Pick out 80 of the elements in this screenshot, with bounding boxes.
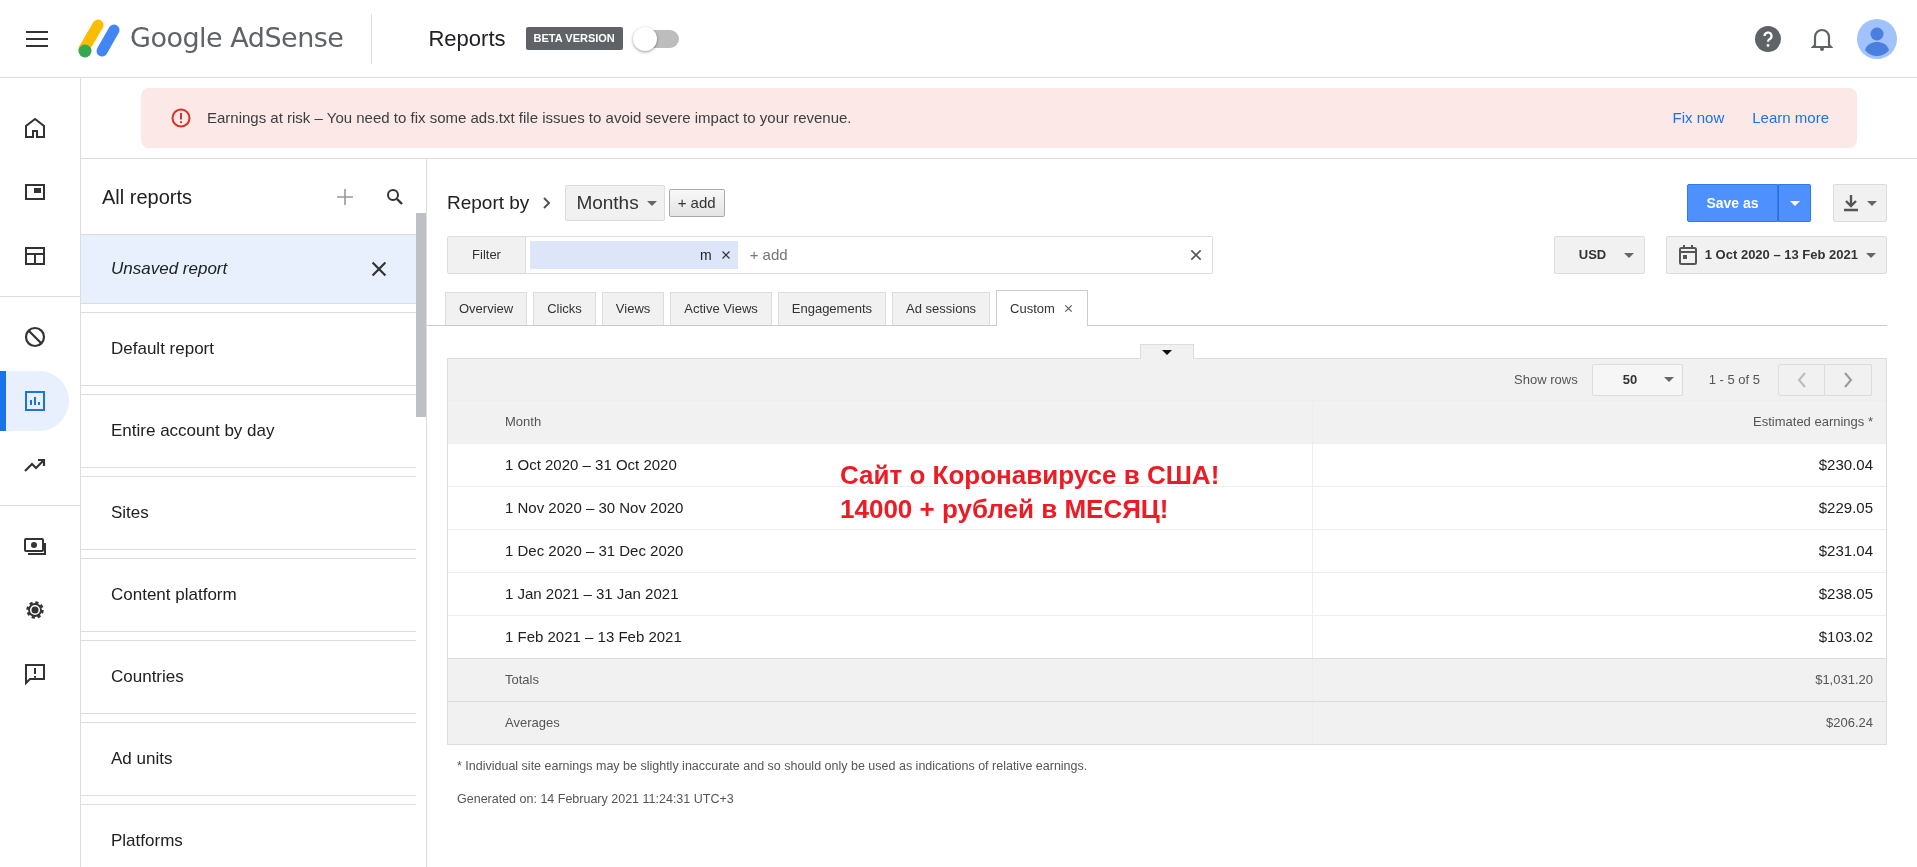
report-item[interactable]: Entire account by day bbox=[81, 394, 416, 468]
generated-timestamp: Generated on: 14 February 2021 11:24:31 UTC+3 bbox=[457, 790, 735, 808]
column-header[interactable]: Estimated earnings * bbox=[1313, 412, 1886, 432]
chevron-left-icon bbox=[1796, 372, 1807, 389]
footnote: * Individual site earnings may be slightly inaccurate and so should only be used as indications of relative earnings. bbox=[457, 758, 1089, 775]
summary-label: Averages bbox=[448, 702, 1313, 744]
bar-chart-icon bbox=[22, 389, 47, 413]
alert-link[interactable]: Learn more bbox=[1752, 106, 1829, 130]
add-dimension-button[interactable]: + add bbox=[668, 189, 725, 217]
currency-dropdown[interactable]: USD bbox=[1553, 236, 1645, 274]
table-cell: 1 Jan 2021 – 31 Jan 2021 bbox=[448, 573, 1313, 615]
column-header[interactable]: Month bbox=[448, 401, 1313, 443]
close-icon[interactable] bbox=[1062, 303, 1074, 314]
feedback-icon bbox=[22, 662, 47, 686]
caret-icon bbox=[1663, 377, 1674, 382]
caret-icon bbox=[646, 200, 657, 206]
report-item[interactable]: Ad units bbox=[81, 722, 416, 796]
report-tab[interactable]: Overview bbox=[445, 292, 528, 325]
calendar-icon bbox=[1678, 245, 1697, 265]
table-cell-text: $238.05 bbox=[1817, 583, 1874, 604]
avatar-icon[interactable] bbox=[1857, 18, 1897, 59]
logo-icon bbox=[78, 18, 122, 59]
filter-chip[interactable]: m bbox=[530, 241, 738, 269]
report-item[interactable]: Sites bbox=[81, 476, 416, 550]
report-item[interactable]: Unsaved report bbox=[81, 234, 416, 304]
caret-icon bbox=[1867, 200, 1877, 206]
download-icon bbox=[1843, 194, 1859, 212]
filter-field[interactable]: Filter m + add bbox=[447, 236, 1213, 274]
caret-icon bbox=[1162, 349, 1172, 355]
date-range-picker[interactable]: 1 Oct 2020 – 13 Feb 2021 bbox=[1665, 236, 1887, 274]
annotation-text: Сайт о Коронавирусе в США! bbox=[840, 459, 1220, 492]
help-icon[interactable] bbox=[1755, 25, 1781, 52]
report-tab[interactable]: Custom bbox=[996, 290, 1088, 326]
close-icon[interactable] bbox=[719, 249, 732, 261]
report-tab[interactable]: Active Views bbox=[670, 292, 772, 325]
search-icon[interactable] bbox=[386, 187, 404, 206]
report-tab[interactable]: Views bbox=[601, 292, 665, 325]
beta-label: BETA VERSION bbox=[525, 27, 623, 50]
summary-value: $206.24 bbox=[1825, 714, 1874, 733]
menu-icon[interactable] bbox=[26, 30, 48, 47]
report-item[interactable]: Platforms bbox=[81, 804, 416, 867]
product-name: Google AdSense bbox=[130, 21, 344, 56]
beta-toggle[interactable] bbox=[634, 29, 679, 48]
table-cell-text: $229.05 bbox=[1817, 497, 1874, 518]
caret-icon bbox=[1866, 252, 1876, 258]
error-icon bbox=[171, 108, 191, 128]
report-item[interactable]: Countries bbox=[81, 640, 416, 714]
block-icon bbox=[22, 325, 47, 349]
dimension-dropdown[interactable]: Months bbox=[565, 185, 665, 221]
report-item[interactable]: Default report bbox=[81, 312, 416, 386]
collapse-toggle[interactable] bbox=[1140, 344, 1194, 359]
alert-message: Earnings at risk – You need to fix some ads.txt file issues to avoid severe impact to your revenue. bbox=[207, 107, 853, 128]
page-range: 1 - 5 of 5 bbox=[1708, 370, 1760, 389]
download-button[interactable] bbox=[1833, 184, 1887, 222]
table-cell-text: $103.02 bbox=[1817, 626, 1874, 647]
show-rows-label: Show rows bbox=[1514, 370, 1578, 389]
save-options-button[interactable] bbox=[1778, 184, 1811, 222]
report-tab[interactable]: Ad sessions bbox=[892, 292, 991, 325]
table-cell: 1 Dec 2020 – 31 Dec 2020 bbox=[448, 530, 1313, 572]
layout-icon bbox=[22, 244, 47, 268]
rows-per-page-dropdown[interactable]: 50 bbox=[1591, 363, 1683, 396]
table-cell-text: $230.04 bbox=[1817, 454, 1874, 475]
chevron-right-icon bbox=[1843, 372, 1853, 389]
scrollbar[interactable] bbox=[416, 213, 426, 417]
table-cell-text: $231.04 bbox=[1817, 540, 1874, 561]
home-icon bbox=[22, 116, 47, 140]
chevron-right-icon bbox=[543, 197, 552, 209]
alert-link[interactable]: Fix now bbox=[1672, 106, 1725, 130]
report-tab[interactable]: Engagements bbox=[777, 292, 886, 325]
report-tab[interactable]: Clicks bbox=[533, 292, 596, 325]
caret-icon bbox=[1623, 252, 1634, 258]
report-by-label: Report by bbox=[447, 190, 530, 215]
annotation-text: 14000 + рублей в МЕСЯЦ! bbox=[840, 492, 1170, 526]
report-item[interactable]: Content platform bbox=[81, 558, 416, 632]
summary-value: $1,031.20 bbox=[1814, 671, 1874, 690]
panel-title: All reports bbox=[102, 184, 194, 210]
caret-icon bbox=[1789, 201, 1800, 207]
filter-label: Filter bbox=[448, 237, 526, 273]
page-title: Reports bbox=[428, 25, 506, 53]
close-icon[interactable] bbox=[1188, 247, 1204, 263]
